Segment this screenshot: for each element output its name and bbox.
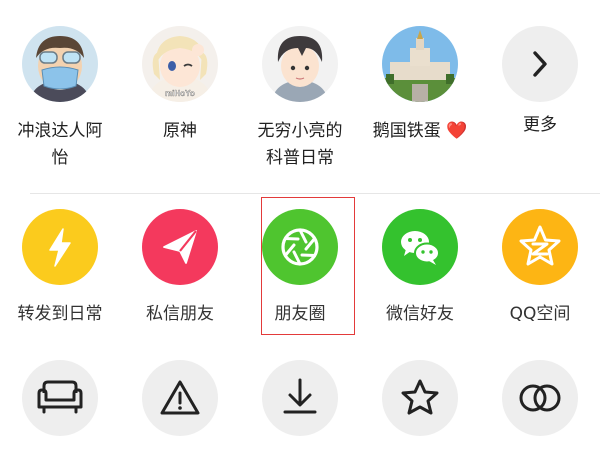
duet-button[interactable]: [502, 360, 578, 436]
send-icon: [163, 230, 197, 264]
friend-name-line: 冲浪达人阿: [17, 121, 103, 141]
avatar-logo-text: miHoYo: [165, 89, 195, 98]
share-repost-daily-button[interactable]: 转发到日常: [0, 195, 120, 335]
share-wechat-friend-button[interactable]: 微信好友: [360, 195, 480, 335]
qzone-star-icon: [519, 225, 561, 266]
share-icon-circle[interactable]: [142, 209, 218, 285]
favorite-button[interactable]: [382, 360, 458, 436]
more-circle[interactable]: [502, 26, 578, 102]
star-icon: [401, 379, 439, 415]
wechat-icon: [401, 231, 440, 265]
friend-name-line: 无穷小亮的: [257, 121, 343, 141]
more-label: 更多: [523, 115, 557, 135]
share-icon-circle[interactable]: [382, 209, 458, 285]
friend-item[interactable]: miHoYo 原神: [120, 0, 240, 190]
cartoon-boy-avatar: [262, 26, 338, 102]
anime-girl-avatar: miHoYo: [142, 26, 218, 102]
friend-item[interactable]: 冲浪达人阿 怡: [0, 0, 120, 190]
friend-item[interactable]: 鹅国铁蛋 ❤️: [360, 0, 480, 190]
sofa-icon: [37, 380, 83, 414]
friend-name-line: 原神: [163, 121, 197, 141]
friend-name-line: 怡: [51, 148, 69, 168]
friend-name-line: 科普日常: [266, 148, 334, 168]
chevron-right-icon: [533, 51, 547, 77]
share-label: QQ空间: [509, 304, 571, 324]
friend-name: 冲浪达人阿 怡: [0, 118, 120, 172]
friend-name-line: 鹅国铁蛋: [372, 121, 441, 141]
share-label: 转发到日常: [17, 304, 103, 324]
share-qzone-button[interactable]: QQ空间: [480, 195, 600, 335]
friend-name: 鹅国铁蛋 ❤️: [360, 118, 480, 145]
highlight-box: [261, 197, 355, 335]
share-private-message-button[interactable]: 私信朋友: [120, 195, 240, 335]
lightning-icon: [49, 228, 71, 267]
university-building-avatar: [382, 26, 458, 102]
sofa-button[interactable]: [22, 360, 98, 436]
duet-icon: [519, 384, 561, 412]
friend-item[interactable]: 无穷小亮的 科普日常: [240, 0, 360, 190]
divider: [30, 193, 600, 194]
more-friends-button[interactable]: 更多: [480, 0, 600, 190]
report-button[interactable]: [142, 360, 218, 436]
share-label: 私信朋友: [146, 304, 214, 324]
download-button[interactable]: [262, 360, 338, 436]
share-icon-circle[interactable]: [502, 209, 578, 285]
masked-cartoon-boy-avatar: [22, 26, 98, 102]
friend-name: 无穷小亮的 科普日常: [240, 118, 360, 172]
heart-icon: ❤️: [446, 121, 468, 141]
warning-icon: [160, 380, 200, 415]
share-icon-circle[interactable]: [22, 209, 98, 285]
share-label: 微信好友: [386, 304, 454, 324]
download-icon: [283, 378, 317, 414]
friend-name: 原神: [120, 118, 240, 145]
